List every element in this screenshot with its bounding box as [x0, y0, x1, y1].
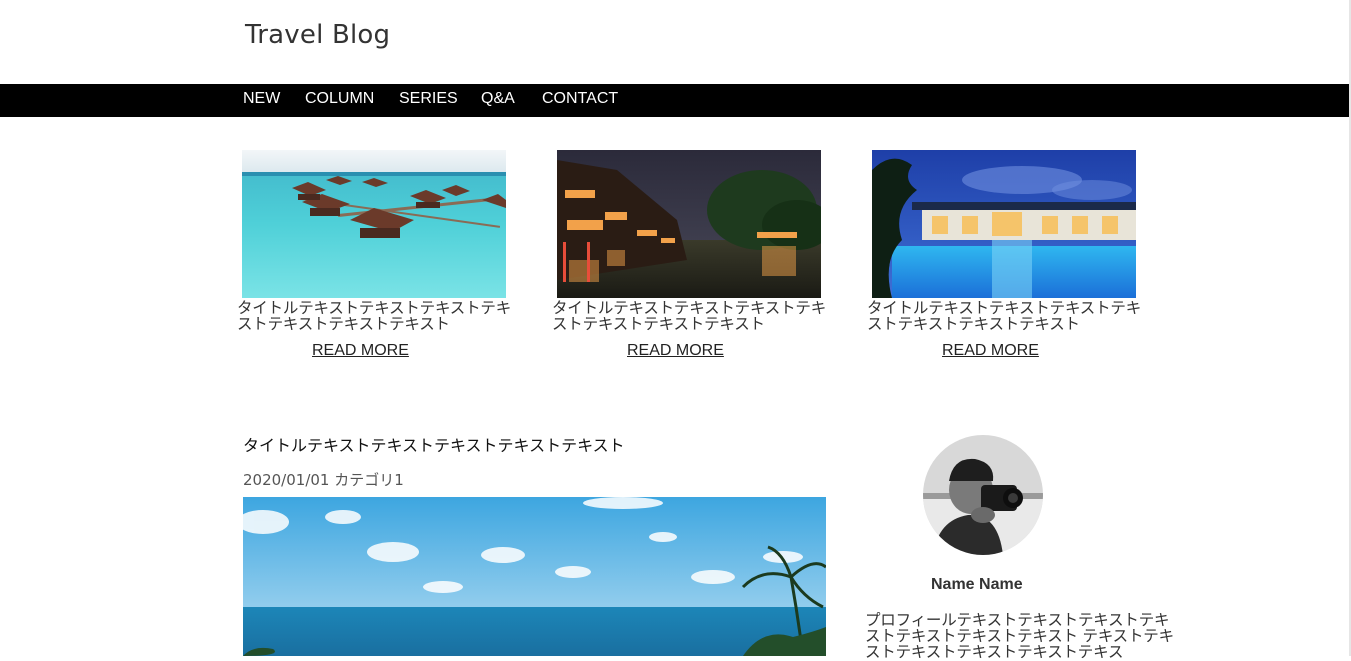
post-hero-image[interactable] [243, 497, 826, 656]
featured-image-resort-pool[interactable] [872, 150, 1136, 298]
post-title[interactable]: タイトルテキストテキストテキストテキストテキスト [243, 432, 625, 456]
profile-avatar [923, 435, 1043, 555]
post-meta: 2020/01/01 カテゴリ1 [243, 471, 404, 489]
profile-text: プロフィールテキストテキストテキストテキストテキストテキストテキスト テキストテ… [865, 611, 1174, 661]
nav-item-new[interactable]: NEW [243, 84, 280, 117]
site-title[interactable]: Travel Blog [245, 20, 390, 50]
featured-title-3[interactable]: タイトルテキストテキストテキストテキストテキストテキストテキスト [867, 300, 1142, 332]
main-nav: NEW COLUMN SERIES Q&A CONTACT [0, 84, 1349, 117]
featured-image-overwater-villas[interactable] [242, 150, 506, 298]
featured-title-2[interactable]: タイトルテキストテキストテキストテキストテキストテキストテキスト [552, 300, 827, 332]
profile-name: Name Name [931, 576, 1023, 593]
read-more-link-2[interactable]: READ MORE [627, 342, 724, 360]
nav-item-contact[interactable]: CONTACT [542, 84, 618, 117]
nav-item-column[interactable]: COLUMN [305, 84, 374, 117]
nav-item-qa[interactable]: Q&A [481, 84, 515, 117]
nav-item-series[interactable]: SERIES [399, 84, 458, 117]
featured-image-canal-town[interactable] [557, 150, 821, 298]
read-more-link-1[interactable]: READ MORE [312, 342, 409, 360]
featured-title-1[interactable]: タイトルテキストテキストテキストテキストテキストテキストテキスト [237, 300, 512, 332]
read-more-link-3[interactable]: READ MORE [942, 342, 1039, 360]
